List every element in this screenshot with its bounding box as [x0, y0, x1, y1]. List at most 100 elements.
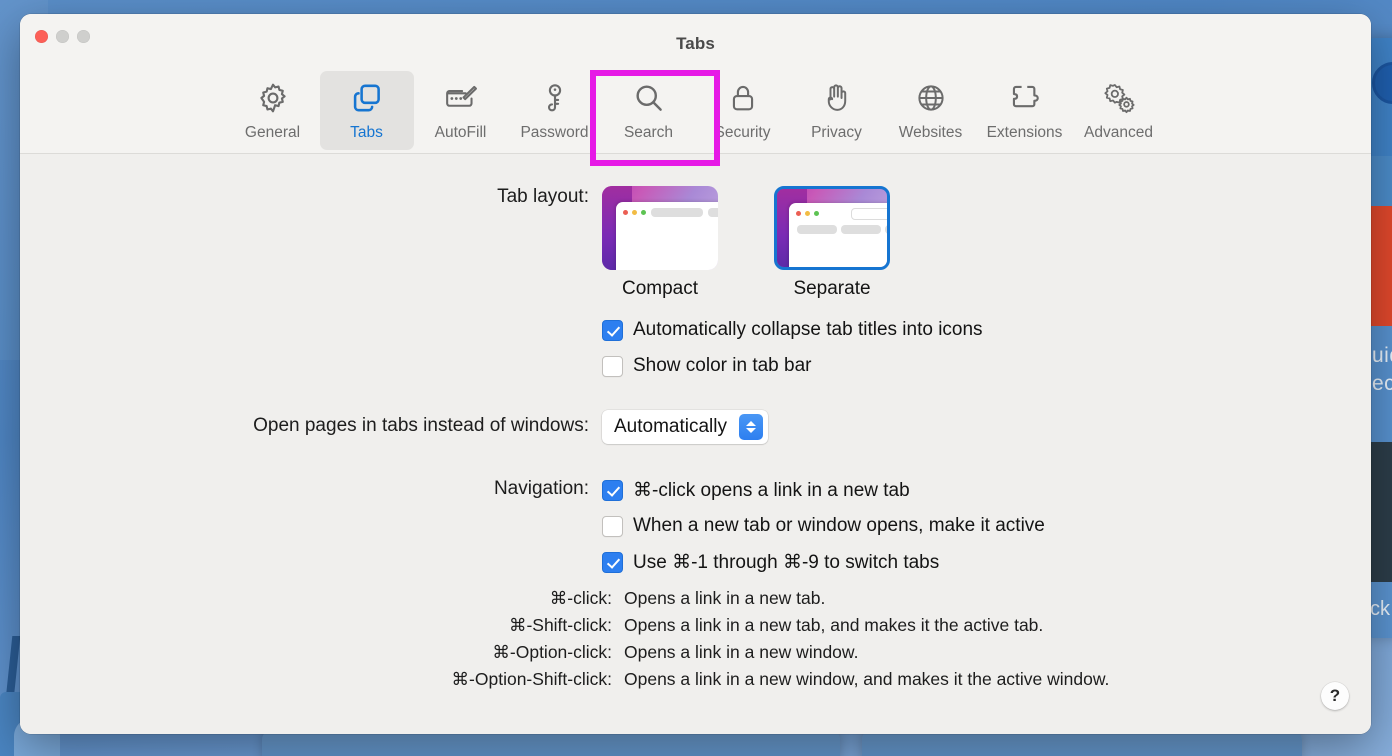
compact-label: Compact: [621, 278, 699, 299]
shortcut-help-row: ⌘-Option-click: Opens a link in a new wi…: [20, 642, 1371, 669]
checkbox-collapse-tab-titles[interactable]: Automatically collapse tab titles into i…: [602, 312, 1371, 348]
shortcut-key: ⌘-click:: [549, 588, 612, 608]
open-pages-row: Open pages in tabs instead of windows: A…: [20, 410, 1371, 444]
checkbox-label: Show color in tab bar: [633, 355, 812, 376]
thumbnail-traffic-lights: [796, 211, 819, 216]
shortcut-description: Opens a link in a new window, and makes …: [624, 669, 1110, 689]
globe-icon: [914, 79, 948, 117]
checkbox-label: When a new tab or window opens, make it …: [633, 515, 1045, 536]
toolbar-item-general[interactable]: General: [226, 71, 320, 150]
background-bottom-text: ck: [1370, 598, 1390, 620]
tab-layout-checkbox-row: Automatically collapse tab titles into i…: [20, 312, 1371, 384]
thumbnail-tab-pill: [841, 225, 881, 234]
preferences-content: Tab layout: Compact Separate Automatical…: [20, 154, 1371, 734]
checkbox-label: Use ⌘-1 through ⌘-9 to switch tabs: [633, 551, 940, 573]
toolbar-label-password: Password: [520, 124, 589, 141]
open-pages-label: Open pages in tabs instead of windows:: [253, 415, 589, 436]
thumbnail-browser-window: [789, 203, 887, 267]
tabs-icon: [350, 79, 384, 117]
toolbar-label-general: General: [244, 124, 301, 141]
tab-layout-option-separate[interactable]: Separate: [774, 186, 890, 300]
tab-layout-row: Tab layout: Compact Separate: [20, 186, 1371, 300]
navigation-row: Navigation: ⌘-click opens a link in a ne…: [20, 472, 1371, 580]
open-pages-body: Automatically: [602, 410, 1371, 444]
toolbar-label-advanced: Advanced: [1084, 124, 1153, 141]
checkbox-make-new-tab-active[interactable]: When a new tab or window opens, make it …: [602, 508, 1371, 544]
toolbar-item-password[interactable]: Password: [508, 71, 602, 150]
toolbar-label-privacy: Privacy: [811, 124, 862, 141]
checkbox-box[interactable]: [602, 515, 623, 537]
tab-layout-checkbox-group: Automatically collapse tab titles into i…: [602, 312, 1371, 384]
key-icon: [538, 79, 572, 117]
shortcut-key: ⌘-Shift-click:: [508, 615, 612, 635]
gears-icon: [1101, 79, 1137, 117]
thumbnail-traffic-lights: [623, 210, 646, 215]
tab-layout-options: Compact Separate: [602, 186, 1371, 300]
toolbar-label-tabs: Tabs: [350, 124, 383, 141]
toolbar-item-advanced[interactable]: Advanced: [1072, 71, 1166, 150]
checkbox-box[interactable]: [602, 551, 623, 573]
tab-layout-label: Tab layout:: [497, 186, 589, 207]
thumbnail-browser-window: [616, 202, 718, 270]
compact-thumbnail[interactable]: [602, 186, 718, 270]
toolbar-item-privacy[interactable]: Privacy: [790, 71, 884, 150]
thumbnail-tab-pill: [651, 208, 703, 217]
lock-icon: [726, 79, 760, 117]
background-text-line-1: uid: [1372, 344, 1392, 367]
toolbar-label-search: Search: [623, 124, 674, 141]
shortcut-help-row: ⌘-Shift-click: Opens a link in a new tab…: [20, 615, 1371, 642]
toolbar-item-tabs[interactable]: Tabs: [319, 71, 414, 150]
separate-thumbnail[interactable]: [774, 186, 890, 270]
background-text-line-2: ec: [1372, 372, 1392, 395]
thumbnail-tab-pill: [885, 225, 887, 234]
help-button[interactable]: ?: [1321, 682, 1349, 710]
shortcut-description: Opens a link in a new tab, and makes it …: [624, 615, 1044, 635]
autofill-icon: [443, 79, 479, 117]
shortcut-help-table: ⌘-click: Opens a link in a new tab. ⌘-Sh…: [20, 588, 1371, 696]
globe-icon: [1372, 62, 1392, 104]
page-title: Tabs: [676, 34, 715, 53]
desktop-background: uid ec 1 ck Tabs: [0, 0, 1392, 756]
tab-layout-body: Compact Separate: [602, 186, 1371, 300]
chevron-updown-icon[interactable]: [739, 414, 763, 440]
toolbar-item-search[interactable]: Search: [602, 71, 696, 150]
thumbnail-tab-pill: [708, 208, 718, 217]
shortcut-help-row: ⌘-click: Opens a link in a new tab.: [20, 588, 1371, 615]
open-pages-dropdown[interactable]: Automatically: [602, 410, 768, 444]
shortcut-key: ⌘-Option-click:: [492, 642, 612, 662]
checkbox-label: Automatically collapse tab titles into i…: [633, 319, 983, 340]
toolbar-label-security: Security: [714, 124, 771, 141]
toolbar-item-extensions[interactable]: Extensions: [978, 71, 1072, 150]
navigation-label: Navigation:: [493, 478, 589, 499]
puzzle-icon: [1008, 79, 1042, 117]
shortcut-key: ⌘-Option-Shift-click:: [451, 669, 612, 689]
shortcut-description: Opens a link in a new window.: [624, 642, 859, 662]
preferences-window: Tabs General Tabs AutoFill Password Sear…: [20, 14, 1371, 734]
preferences-toolbar: General Tabs AutoFill Password Search Se…: [20, 71, 1371, 150]
toolbar-item-autofill[interactable]: AutoFill: [414, 71, 508, 150]
checkbox-box[interactable]: [602, 355, 623, 377]
gear-icon: [256, 79, 290, 117]
checkbox-use-cmd-1-through-9[interactable]: Use ⌘-1 through ⌘-9 to switch tabs: [602, 544, 1371, 580]
toolbar-label-autofill: AutoFill: [434, 124, 487, 141]
search-icon: [632, 79, 666, 117]
window-titlebar: Tabs General Tabs AutoFill Password Sear…: [20, 14, 1371, 166]
toolbar-item-websites[interactable]: Websites: [884, 71, 978, 150]
thumbnail-tab-pill: [797, 225, 837, 234]
thumbnail-search-field: [851, 208, 887, 220]
checkbox-box[interactable]: [602, 479, 623, 501]
toolbar-item-security[interactable]: Security: [696, 71, 790, 150]
shortcut-description: Opens a link in a new tab.: [624, 588, 826, 608]
toolbar-label-websites: Websites: [898, 124, 963, 141]
checkbox-cmd-click-new-tab[interactable]: ⌘-click opens a link in a new tab: [602, 472, 1371, 508]
tab-layout-option-compact[interactable]: Compact: [602, 186, 718, 300]
checkbox-box[interactable]: [602, 319, 623, 341]
checkbox-show-color-in-tab-bar[interactable]: Show color in tab bar: [602, 348, 1371, 384]
open-pages-value: Automatically: [614, 416, 727, 437]
checkbox-label: ⌘-click opens a link in a new tab: [633, 479, 910, 501]
toolbar-label-extensions: Extensions: [986, 124, 1063, 141]
separate-label: Separate: [793, 278, 871, 299]
navigation-checkbox-group: ⌘-click opens a link in a new tab When a…: [602, 472, 1371, 580]
shortcut-help-row: ⌘-Option-Shift-click: Opens a link in a …: [20, 669, 1371, 696]
hand-icon: [820, 79, 854, 117]
